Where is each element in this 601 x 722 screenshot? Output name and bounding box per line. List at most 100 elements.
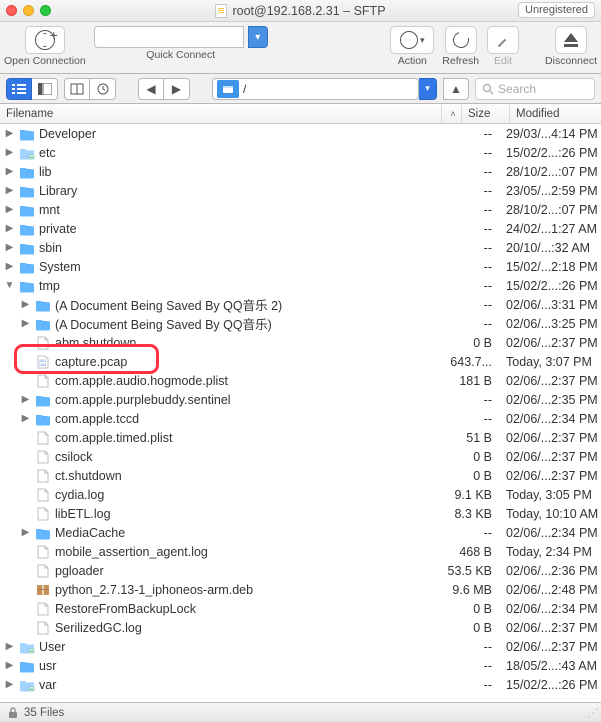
disclosure-triangle[interactable]: ▶ <box>4 641 15 652</box>
file-row[interactable]: ▶ MediaCache -- 02/06/...2:34 PM <box>0 523 601 542</box>
disconnect-label: Disconnect <box>545 55 597 67</box>
quick-connect-field[interactable] <box>94 26 244 48</box>
view-outline-button[interactable] <box>32 78 58 100</box>
disclosure-triangle[interactable]: ▶ <box>4 223 15 234</box>
file-row[interactable]: ▶ var -- 15/02/2...:26 PM <box>0 675 601 694</box>
disclosure-triangle[interactable]: ▶ <box>20 413 31 424</box>
file-row[interactable]: com.apple.timed.plist 51 B 02/06/...2:37… <box>0 428 601 447</box>
file-row[interactable]: ▶ Library -- 23/05/...2:59 PM <box>0 181 601 200</box>
file-row[interactable]: SerilizedGC.log 0 B 02/06/...2:37 PM <box>0 618 601 637</box>
folder-icon <box>35 412 51 426</box>
file-row[interactable]: ▶ usr -- 18/05/2...:43 AM <box>0 656 601 675</box>
file-icon <box>35 545 51 559</box>
file-row[interactable]: cydia.log 9.1 KB Today, 3:05 PM <box>0 485 601 504</box>
column-size[interactable]: Size <box>462 104 510 123</box>
view-list-button[interactable] <box>6 78 32 100</box>
file-row[interactable]: abm.shutdown 0 B 02/06/...2:37 PM <box>0 333 601 352</box>
file-date: 02/06/...2:37 PM <box>502 469 601 483</box>
file-row[interactable]: python_2.7.13-1_iphoneos-arm.deb 9.6 MB … <box>0 580 601 599</box>
file-row[interactable]: ▶ Developer -- 29/03/...4:14 PM <box>0 124 601 143</box>
file-name: Library <box>39 184 77 198</box>
column-sort-indicator[interactable]: ˄ <box>442 104 462 123</box>
file-row[interactable]: ▶ com.apple.purplebuddy.sentinel -- 02/0… <box>0 390 601 409</box>
history-button[interactable] <box>90 78 116 100</box>
file-row[interactable]: csilock 0 B 02/06/...2:37 PM <box>0 447 601 466</box>
file-size: -- <box>442 127 502 141</box>
file-name: python_2.7.13-1_iphoneos-arm.deb <box>55 583 253 597</box>
file-date: Today, 10:10 AM <box>502 507 601 521</box>
file-size: 0 B <box>442 450 502 464</box>
file-row[interactable]: ▶ etc -- 15/02/2...:26 PM <box>0 143 601 162</box>
file-row[interactable]: ▶ mnt -- 28/10/2...:07 PM <box>0 200 601 219</box>
file-list[interactable]: ▶ Developer -- 29/03/...4:14 PM ▶ etc --… <box>0 124 601 702</box>
disclosure-triangle[interactable]: ▶ <box>20 527 31 538</box>
folder-icon <box>19 184 35 198</box>
file-size: 181 B <box>442 374 502 388</box>
file-date: 20/10/...:32 AM <box>502 241 601 255</box>
file-row[interactable]: RestoreFromBackupLock 0 B 02/06/...2:34 … <box>0 599 601 618</box>
path-dropdown[interactable]: ▾ <box>419 78 437 100</box>
disclosure-triangle[interactable]: ▶ <box>20 394 31 405</box>
disclosure-triangle[interactable]: ▶ <box>4 242 15 253</box>
outline-icon <box>38 83 52 95</box>
file-row[interactable]: 01011010 capture.pcap 643.7... Today, 3:… <box>0 352 601 371</box>
disclosure-triangle[interactable]: ▶ <box>4 147 15 158</box>
disclosure-triangle[interactable]: ▶ <box>4 166 15 177</box>
file-row[interactable]: ▶ com.apple.tccd -- 02/06/...2:34 PM <box>0 409 601 428</box>
close-window-button[interactable] <box>6 5 17 16</box>
file-row[interactable]: ▶ private -- 24/02/...1:27 AM <box>0 219 601 238</box>
disclosure-triangle[interactable]: ▶ <box>4 660 15 671</box>
disclosure-triangle[interactable]: ▶ <box>4 185 15 196</box>
file-row[interactable]: ct.shutdown 0 B 02/06/...2:37 PM <box>0 466 601 485</box>
file-name: SerilizedGC.log <box>55 621 142 635</box>
file-row[interactable]: pgloader 53.5 KB 02/06/...2:36 PM <box>0 561 601 580</box>
file-row[interactable]: libETL.log 8.3 KB Today, 10:10 AM <box>0 504 601 523</box>
disclosure-triangle[interactable]: ▶ <box>4 261 15 272</box>
column-filename[interactable]: Filename <box>0 104 442 123</box>
go-up-button[interactable]: ▲ <box>443 78 469 100</box>
disclosure-triangle[interactable]: ▶ <box>4 679 15 690</box>
disclosure-triangle[interactable]: ▶ <box>20 299 31 310</box>
file-row[interactable]: ▶ User -- 02/06/...2:37 PM <box>0 637 601 656</box>
disclosure-triangle[interactable]: ▼ <box>4 280 15 291</box>
disclosure-triangle[interactable]: ▶ <box>4 204 15 215</box>
file-date: 02/06/...2:34 PM <box>502 412 601 426</box>
refresh-button[interactable] <box>445 26 477 54</box>
search-field[interactable]: Search <box>475 78 595 100</box>
file-row[interactable]: ▶ lib -- 28/10/2...:07 PM <box>0 162 601 181</box>
file-icon <box>35 336 51 350</box>
file-row[interactable]: mobile_assertion_agent.log 468 B Today, … <box>0 542 601 561</box>
nav-back-button[interactable]: ◀ <box>138 78 164 100</box>
book-icon <box>70 83 84 95</box>
path-field[interactable]: / <box>212 78 419 100</box>
file-date: 02/06/...2:37 PM <box>502 621 601 635</box>
document-icon <box>215 4 227 18</box>
file-row[interactable]: com.apple.audio.hogmode.plist 181 B 02/0… <box>0 371 601 390</box>
file-row[interactable]: ▼ tmp -- 15/02/2...:26 PM <box>0 276 601 295</box>
path-combo: / ▾ <box>212 78 437 100</box>
disclosure-triangle[interactable]: ▶ <box>20 318 31 329</box>
action-button[interactable]: ▾ <box>390 26 434 54</box>
disclosure-triangle[interactable]: ▶ <box>4 128 15 139</box>
disconnect-button[interactable] <box>555 26 587 54</box>
nav-forward-button[interactable]: ▶ <box>164 78 190 100</box>
file-row[interactable]: ▶ System -- 15/02/...2:18 PM <box>0 257 601 276</box>
column-modified[interactable]: Modified <box>510 104 601 123</box>
maximize-window-button[interactable] <box>40 5 51 16</box>
file-row[interactable]: ▶ (A Document Being Saved By QQ音乐 2) -- … <box>0 295 601 314</box>
edit-button[interactable] <box>487 26 519 54</box>
quick-connect-dropdown[interactable]: ▾ <box>248 26 268 48</box>
file-date: 15/02/2...:26 PM <box>502 146 601 160</box>
up-segment: ▲ <box>443 78 469 100</box>
file-row[interactable]: ▶ (A Document Being Saved By QQ音乐) -- 02… <box>0 314 601 333</box>
file-name: var <box>39 678 56 692</box>
open-connection-group: + Open Connection <box>4 26 86 67</box>
open-connection-button[interactable]: + <box>25 26 65 54</box>
bookmarks-button[interactable] <box>64 78 90 100</box>
path-toolbar: ◀ ▶ / ▾ ▲ Search <box>0 74 601 104</box>
unregistered-button[interactable]: Unregistered <box>518 2 595 18</box>
file-row[interactable]: ▶ sbin -- 20/10/...:32 AM <box>0 238 601 257</box>
minimize-window-button[interactable] <box>23 5 34 16</box>
file-name: pgloader <box>55 564 104 578</box>
quick-connect-group: ▾ Quick Connect <box>94 26 268 61</box>
